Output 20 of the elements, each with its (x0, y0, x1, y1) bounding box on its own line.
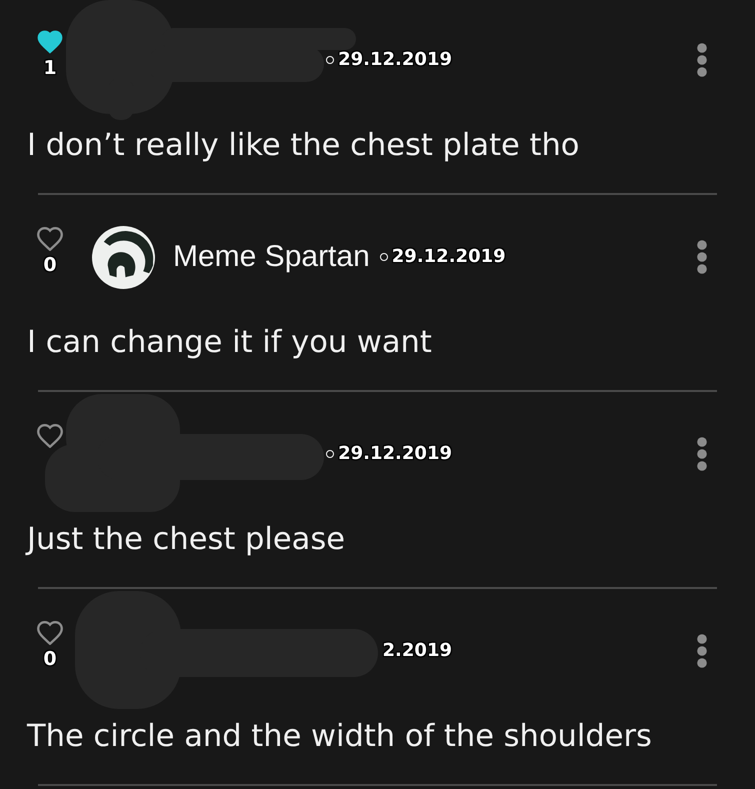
author-name: Meme Spartan (173, 240, 370, 274)
comment-date: 29.12.2019 (338, 443, 452, 465)
heart-icon[interactable] (37, 227, 63, 251)
comment-text: Just the chest please (27, 522, 345, 558)
comment-date: 2.2019 (382, 640, 452, 662)
more-options-icon[interactable] (697, 240, 707, 274)
comment-text: I can change it if you want (27, 325, 432, 361)
more-options-icon[interactable] (697, 437, 707, 471)
heart-icon[interactable] (37, 621, 63, 645)
heart-icon[interactable] (37, 424, 63, 448)
like-count: 0 (43, 253, 57, 277)
comment-date: 29.12.2019 (338, 49, 452, 71)
like-count: 0 (43, 647, 57, 671)
like-count: 1 (43, 56, 57, 80)
comment-text: The circle and the width of the shoulders (27, 719, 652, 755)
comment-text: I don’t really like the chest plate tho (27, 128, 580, 164)
comment-date: 29.12.2019 (392, 246, 506, 268)
heart-icon[interactable] (37, 30, 63, 54)
more-options-icon[interactable] (697, 634, 707, 668)
more-options-icon[interactable] (697, 43, 707, 77)
